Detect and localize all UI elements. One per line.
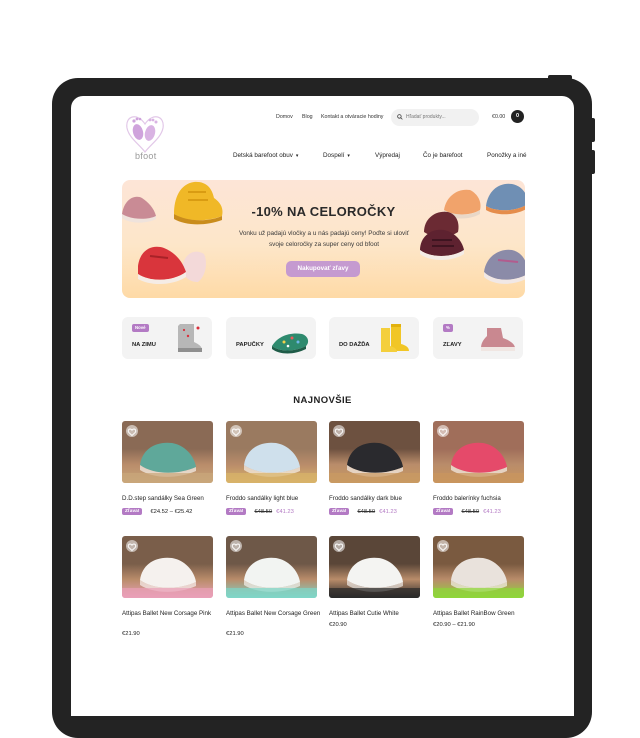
price: €21.90	[122, 631, 140, 637]
cart-total[interactable]: €0.00	[492, 114, 505, 120]
nav-link-home[interactable]: Domov	[276, 114, 293, 120]
product-name[interactable]: Attipas Ballet RainBow Green	[433, 609, 533, 618]
category-label: NA ZIMU	[132, 342, 156, 348]
sale-price: €41.23	[483, 509, 501, 516]
chevron-down-icon: ▾	[347, 153, 350, 159]
product-name[interactable]: Froddo sandálky dark blue	[329, 494, 429, 503]
nav-item-sale[interactable]: Výpredaj	[375, 152, 400, 159]
sale-shoe-image	[481, 328, 515, 351]
cart-count-badge[interactable]: 0	[511, 110, 524, 123]
nav-item-kids-shoes[interactable]: Detská barefoot obuv ▾	[233, 152, 298, 159]
tablet-volume-up-button	[590, 118, 595, 142]
search-icon	[397, 114, 403, 120]
logo-text: bfoot	[135, 151, 157, 161]
tablet-screen: bfoot Domov Blog Kontakt a otváracie hod…	[71, 96, 574, 716]
heart-icon[interactable]	[126, 425, 138, 437]
price: €24.52 – €25.42	[150, 509, 193, 516]
old-price: €48.50	[461, 509, 480, 516]
nav-item-label: Detská barefoot obuv	[233, 152, 293, 159]
product-price: Zľava! €48.50 €41.23	[329, 508, 397, 515]
section-title-newest: NAJNOVŠIE	[293, 395, 352, 406]
product-price: Zľava! €48.50 €41.23	[226, 508, 294, 515]
price: €20.90	[329, 622, 347, 628]
hero-text: Vonku už padajú vločky a u nás padajú ce…	[238, 230, 410, 248]
product-price: €21.90	[226, 631, 244, 637]
shop-sale-button[interactable]: Nakupovať zľavy	[286, 261, 360, 277]
product-name[interactable]: Froddo balerínky fuchsia	[433, 494, 533, 503]
heart-icon[interactable]	[333, 540, 345, 552]
old-price: €48.50	[254, 509, 273, 516]
category-tile-sale[interactable]: % ZĽAVY	[433, 317, 523, 359]
product-price: €20.90 – €21.90	[433, 622, 475, 628]
product-image[interactable]	[226, 421, 317, 483]
percent-badge: %	[443, 324, 453, 332]
chevron-down-icon: ▾	[295, 153, 299, 159]
product-price: €20.90	[329, 622, 347, 628]
product-image[interactable]	[122, 536, 213, 598]
heart-icon[interactable]	[230, 540, 242, 552]
product-name[interactable]: Attipas Ballet New Corsage Pink	[122, 609, 222, 618]
shoe-image	[138, 246, 206, 285]
nav-link-contact[interactable]: Kontakt a otváracie hodiny	[321, 114, 383, 120]
nav-link-blog[interactable]: Blog	[302, 114, 313, 120]
product-name[interactable]: Attipas Ballet Cutie White	[329, 609, 429, 618]
category-tile-rain[interactable]: DO DAŽĎA	[329, 317, 419, 359]
sale-price: €41.23	[276, 509, 294, 516]
product-price: Zľava! €24.52 – €25.42	[122, 508, 192, 515]
product-name[interactable]: Attipas Ballet New Corsage Green	[226, 609, 326, 618]
heart-icon[interactable]	[333, 425, 345, 437]
product-name[interactable]: D.D.step sandálky Sea Green	[122, 494, 222, 503]
search-input[interactable]: Hľadať produkty...	[391, 109, 479, 126]
tablet-power-button	[548, 75, 572, 80]
category-tile-slippers[interactable]: PAPUČKY	[226, 317, 316, 359]
nav-item-adults[interactable]: Dospelí ▾	[323, 152, 350, 159]
category-label: PAPUČKY	[236, 342, 264, 348]
category-label: ZĽAVY	[443, 342, 462, 348]
heart-icon[interactable]	[230, 425, 242, 437]
product-image[interactable]	[433, 421, 524, 483]
heart-icon[interactable]	[437, 540, 449, 552]
sale-badge: Zľava!	[433, 508, 454, 515]
sale-price: €41.23	[379, 509, 397, 516]
old-price: €48.50	[357, 509, 376, 516]
winter-boot-image	[178, 324, 202, 352]
product-image[interactable]	[329, 421, 420, 483]
sale-badge: Zľava!	[226, 508, 247, 515]
category-tile-winter[interactable]: Nové NA ZIMU	[122, 317, 212, 359]
rain-boot-image	[381, 324, 409, 352]
product-price: Zľava! €48.50 €41.23	[433, 508, 501, 515]
heart-icon[interactable]	[437, 425, 449, 437]
sale-badge: Zľava!	[329, 508, 350, 515]
product-image[interactable]	[329, 536, 420, 598]
heart-icon[interactable]	[126, 540, 138, 552]
price: €20.90 – €21.90	[433, 622, 475, 628]
hero-title: -10% NA CELOROČKY	[251, 204, 396, 219]
hero-banner: -10% NA CELOROČKY Vonku už padajú vločky…	[122, 180, 525, 298]
product-image[interactable]	[433, 536, 524, 598]
nav-item-socks[interactable]: Ponožky a iné	[487, 152, 527, 159]
product-name[interactable]: Froddo sandálky light blue	[226, 494, 326, 503]
product-image[interactable]	[122, 421, 213, 483]
nav-item-label: Dospelí	[323, 152, 345, 159]
product-image[interactable]	[226, 536, 317, 598]
category-label: DO DAŽĎA	[339, 342, 370, 348]
product-price: €21.90	[122, 631, 140, 637]
new-badge: Nové	[132, 324, 149, 332]
tablet-volume-down-button	[590, 150, 595, 174]
price: €21.90	[226, 631, 244, 637]
slipper-image	[272, 333, 309, 354]
nav-item-what-is-barefoot[interactable]: Čo je barefoot	[423, 152, 463, 159]
sale-badge: Zľava!	[122, 508, 143, 515]
search-placeholder: Hľadať produkty...	[406, 114, 446, 120]
shoe-image	[484, 249, 525, 284]
